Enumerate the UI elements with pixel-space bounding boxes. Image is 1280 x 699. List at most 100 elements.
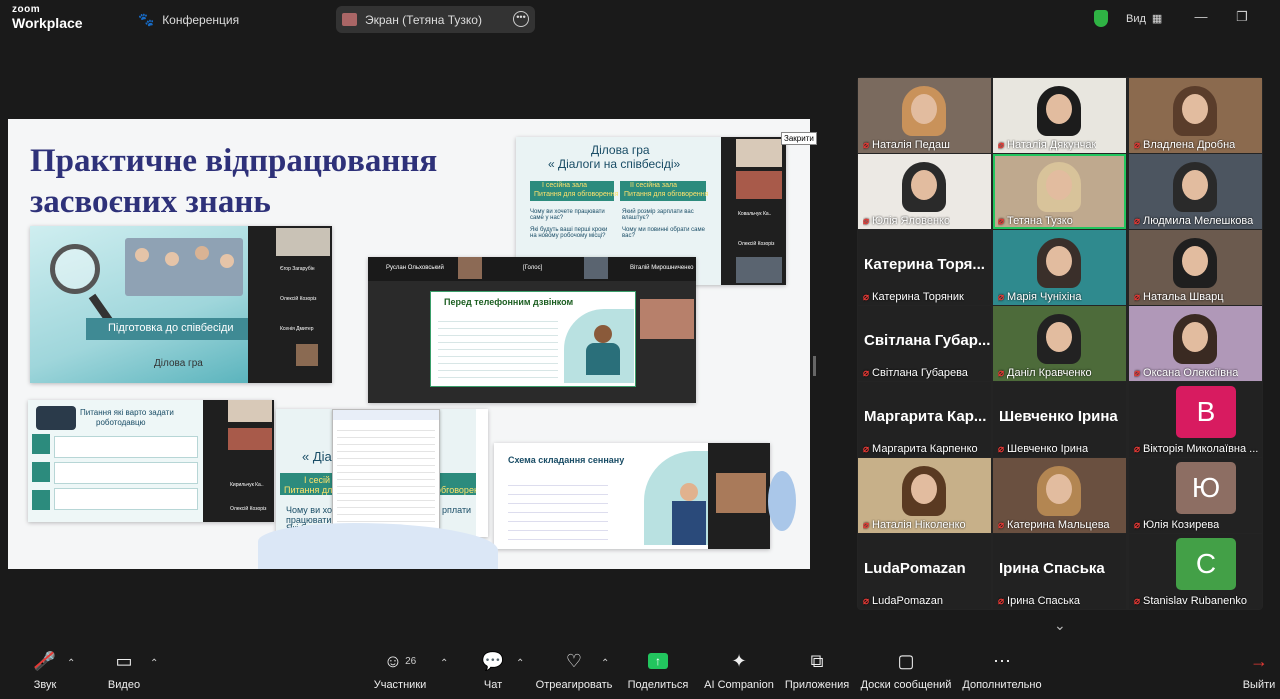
participant-tile[interactable]: ⌀ Марія Чуніхіна — [993, 230, 1126, 305]
split-handle[interactable] — [813, 356, 816, 376]
paw-icon: 🐾 — [138, 12, 155, 27]
close-tooltip[interactable]: Закрити — [781, 132, 817, 145]
chat-button[interactable]: 💬 Чат — [481, 646, 505, 699]
card6-title: Схема складання сеннану — [508, 455, 625, 465]
share-indicator[interactable]: Экран (Тетяна Тузко) ••• — [336, 6, 535, 33]
participant-tile[interactable]: ⌀ Наталія Ніколенко — [858, 458, 991, 533]
meeting-info-button[interactable]: 🐾 Конференция — [138, 12, 239, 28]
participant-name: Ірина Спаська — [1007, 595, 1081, 607]
participant-tile[interactable]: ⌀ Даніл Кравченко — [993, 306, 1126, 381]
react-caret-icon[interactable]: ⌃ — [601, 658, 609, 669]
participant-name-label: ⌀ Наталія Педаш — [863, 139, 950, 151]
card1-title: Підготовка до співбесіди — [108, 322, 234, 334]
participant-display-name: Шевченко Ірина — [999, 408, 1118, 425]
participant-tile[interactable]: ⌀ Владлена Дробна — [1129, 78, 1262, 153]
video-caret-icon[interactable]: ⌃ — [150, 658, 158, 669]
view-label: Вид — [1126, 12, 1146, 25]
participant-tile[interactable]: Маргарита Кар... ⌀ Маргарита Карпенко — [858, 382, 991, 457]
apps-icon: ⧉ — [810, 650, 824, 671]
participant-tile[interactable]: Ірина Спаська ⌀ Ірина Спаська — [993, 534, 1126, 609]
mic-muted-icon: ⌀ — [863, 595, 870, 607]
encryption-shield-icon[interactable] — [1094, 10, 1108, 27]
chat-label: Чат — [483, 679, 503, 691]
audio-caret-icon[interactable]: ⌃ — [67, 658, 75, 669]
card3-name1: Руслан Ольховський — [386, 265, 444, 271]
audio-button[interactable]: 🎤 Звук — [28, 646, 62, 699]
participant-tile[interactable]: Ю ⌀ Юлія Козирева — [1129, 458, 1262, 533]
participant-display-name: LudaPomazan — [864, 560, 966, 577]
participant-tile[interactable]: В ⌀ Вікторія Миколаївна ... — [1129, 382, 1262, 457]
mic-muted-icon: ⌀ — [1134, 595, 1141, 607]
participant-name: Світлана Губарева — [872, 367, 968, 379]
participant-name-label: ⌀ Катерина Мальцева — [998, 519, 1110, 531]
share-button[interactable]: ↑ Поделиться — [628, 646, 688, 699]
whiteboards-button[interactable]: ▢ Доски сообщений — [860, 646, 952, 699]
participant-name-label: ⌀ Наталія Дякунчак — [998, 139, 1096, 151]
card2-q1: Чому ви хочете працювати саме у нас? — [530, 209, 605, 221]
participant-name-label: ⌀ Оксана Олексіївна — [1134, 367, 1238, 379]
participant-face — [1182, 246, 1208, 276]
participants-button[interactable]: ☺ 26 Участники — [372, 646, 428, 699]
participants-count: 26 — [405, 655, 417, 667]
participant-tile[interactable]: ⌀ Оксана Олексіївна — [1129, 306, 1262, 381]
card2-col2-head-2: Питання для обговорення — [624, 191, 709, 198]
mic-muted-icon: ⌀ — [1134, 367, 1141, 379]
card3-name2: [Голос] — [523, 265, 543, 271]
mic-muted-icon: 🎤 — [33, 650, 57, 671]
more-icon[interactable]: ••• — [513, 11, 529, 27]
brand-line1: zoom — [12, 4, 41, 15]
chat-icon: 💬 — [481, 650, 505, 671]
card2-col1-head-1: І сесійна зала — [542, 182, 588, 189]
react-button[interactable]: ♡ Отреагировать — [536, 646, 613, 699]
participant-face — [1182, 322, 1208, 352]
slide-title: Практичне відпрацювання засвоєних знань — [30, 141, 437, 223]
top-bar: zoom Workplace 🐾 Конференция Экран (Тетя… — [0, 0, 1280, 38]
participant-name-label: ⌀ Stanislav Rubanenko — [1134, 595, 1247, 607]
participants-label: Участники — [373, 679, 427, 691]
participant-tile[interactable]: С ⌀ Stanislav Rubanenko — [1129, 534, 1262, 609]
apps-button[interactable]: ⧉ Приложения — [784, 646, 850, 699]
participant-tile[interactable]: LudaPomazan ⌀ LudaPomazan — [858, 534, 991, 609]
chevron-down-icon[interactable]: ⌄ — [1054, 617, 1066, 634]
card5-title: « Діа — [302, 449, 332, 464]
participant-display-name: Світлана Губар... — [864, 332, 991, 349]
video-button[interactable]: ▭ Видео — [104, 646, 144, 699]
participant-tile[interactable]: ⌀ Катерина Мальцева — [993, 458, 1126, 533]
view-button[interactable]: Вид ▦ — [1126, 12, 1162, 26]
ai-companion-button[interactable]: ✦ AI Companion — [704, 646, 774, 699]
participant-name: Наталія Дякунчак — [1007, 139, 1097, 151]
mic-muted-icon: ⌀ — [998, 367, 1005, 379]
slide-card-dialogues-small: « Діа І сесій Питання для с обговорення … — [276, 409, 488, 537]
participant-tile[interactable]: ⌀ Тетяна Тузко — [993, 154, 1126, 229]
participant-face — [1046, 474, 1072, 504]
minimize-icon[interactable]: — — [1194, 10, 1208, 24]
participants-caret-icon[interactable]: ⌃ — [440, 658, 448, 669]
participant-tile[interactable]: Світлана Губар... ⌀ Світлана Губарева — [858, 306, 991, 381]
card1-side-name-3: Ксенія Дмитер — [280, 326, 314, 332]
participant-name-label: ⌀ Катерина Торяник — [863, 291, 964, 303]
participant-name: Владлена Дробна — [1143, 139, 1236, 151]
card2-q4: Чому ми повинні обрати саме вас? — [622, 227, 705, 239]
participant-name-label: ⌀ Юлія Козирева — [1134, 519, 1219, 531]
participant-name-label: ⌀ Марія Чуніхіна — [998, 291, 1082, 303]
participant-tile[interactable]: ⌀ Натальа Шварц — [1129, 230, 1262, 305]
participant-face — [1182, 94, 1208, 124]
card2-q3: Який розмір зарплати вас влаштує? — [622, 209, 694, 221]
leave-button[interactable]: → Выйти — [1242, 646, 1276, 699]
participant-tile[interactable]: Катерина Торя... ⌀ Катерина Торяник — [858, 230, 991, 305]
restore-icon[interactable]: ❐ — [1235, 10, 1249, 24]
office-photo — [125, 238, 243, 296]
participant-name-label: ⌀ Владлена Дробна — [1134, 139, 1235, 151]
participant-tile[interactable]: ⌀ Юлія Яловенко — [858, 154, 991, 229]
participant-tile[interactable]: Шевченко Ірина ⌀ Шевченко Ірина — [993, 382, 1126, 457]
more-button[interactable]: ⋯ Дополнительно — [962, 646, 1042, 699]
participant-tile[interactable]: ⌀ Наталія Педаш — [858, 78, 991, 153]
mic-muted-icon: ⌀ — [863, 215, 870, 227]
brand-line2: Workplace — [12, 15, 83, 31]
mic-muted-icon: ⌀ — [998, 519, 1005, 531]
participant-name-label: ⌀ Шевченко Ірина — [998, 443, 1088, 455]
slide-title-line1: Практичне відпрацювання — [30, 143, 438, 179]
chat-caret-icon[interactable]: ⌃ — [516, 658, 524, 669]
participant-tile[interactable]: ⌀ Людмила Мелешкова — [1129, 154, 1262, 229]
participant-tile[interactable]: ⌀ Наталія Дякунчак — [993, 78, 1126, 153]
